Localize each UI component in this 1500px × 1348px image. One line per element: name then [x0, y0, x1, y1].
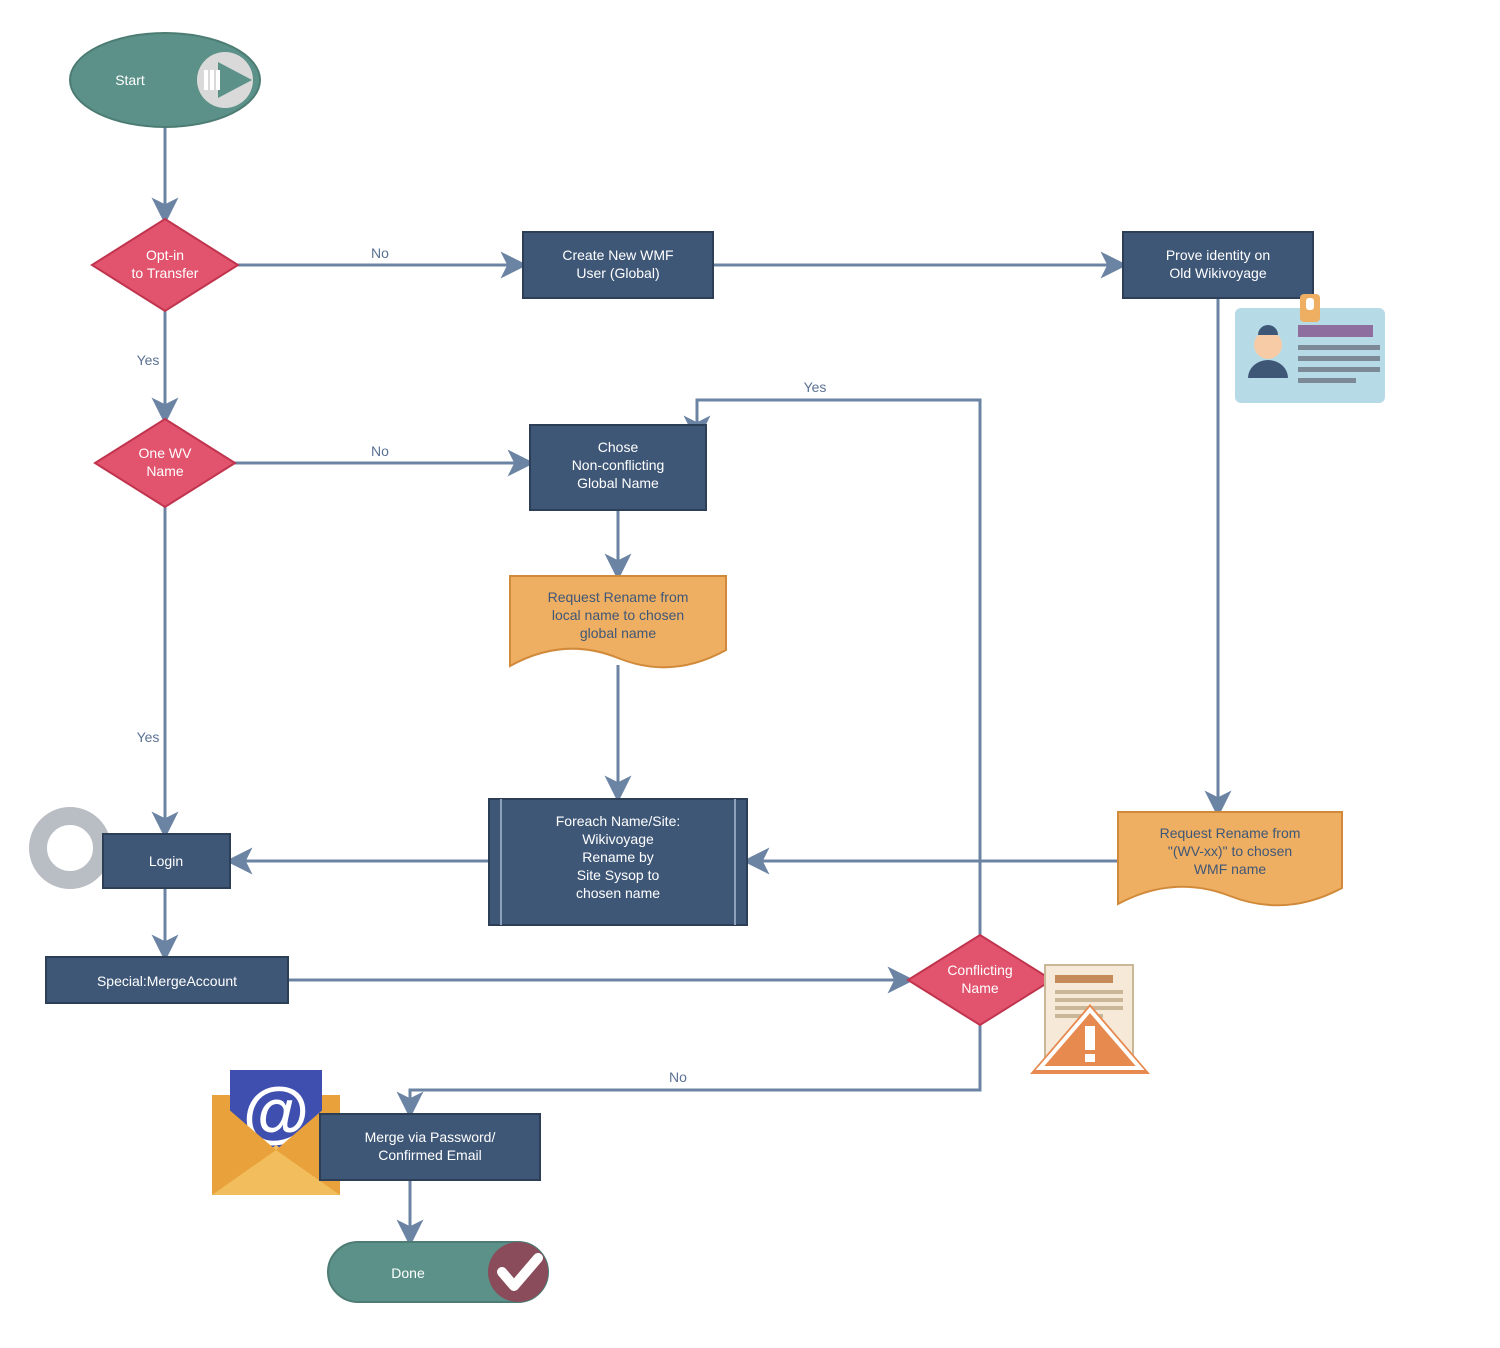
process-login: Login: [103, 834, 230, 888]
process-merge-account: Special:MergeAccount: [46, 957, 288, 1003]
svg-text:to Transfer: to Transfer: [132, 265, 199, 281]
terminal-start: Start: [70, 33, 260, 127]
start-label: Start: [115, 72, 145, 88]
svg-text:chosen name: chosen name: [576, 885, 660, 901]
edge-optin-yes-label: Yes: [137, 352, 160, 368]
svg-text:Old Wikivoyage: Old Wikivoyage: [1169, 265, 1266, 281]
svg-text:Request Rename from: Request Rename from: [1160, 825, 1301, 841]
svg-text:Opt-in: Opt-in: [146, 247, 184, 263]
svg-text:Conflicting: Conflicting: [947, 962, 1012, 978]
edge-onewv-no-label: No: [371, 443, 389, 459]
checkmark-icon: [488, 1242, 548, 1302]
svg-text:global name: global name: [580, 625, 656, 641]
decision-conflicting-name: Conflicting Name: [908, 935, 1052, 1025]
svg-text:Global Name: Global Name: [577, 475, 659, 491]
svg-text:One WV: One WV: [139, 445, 193, 461]
warning-document-icon: [1030, 965, 1150, 1074]
svg-text:Special:MergeAccount: Special:MergeAccount: [97, 973, 237, 989]
terminal-done: Done: [328, 1242, 548, 1302]
svg-text:Wikivoyage: Wikivoyage: [582, 831, 654, 847]
edge-conflict-no: [410, 1024, 980, 1114]
svg-text:Site Sysop to: Site Sysop to: [577, 867, 660, 883]
process-prove-identity: Prove identity on Old Wikivoyage: [1123, 232, 1313, 298]
svg-text:Name: Name: [961, 980, 999, 996]
document-req-local: Request Rename from local name to chosen…: [510, 576, 726, 667]
edge-onewv-yes-label: Yes: [137, 729, 160, 745]
edge-conflict-yes-label: Yes: [804, 379, 827, 395]
document-req-wvxx: Request Rename from "(WV-xx)" to chosen …: [1118, 812, 1342, 905]
edge-conflict-no-label: No: [669, 1069, 687, 1085]
svg-text:local name to chosen: local name to chosen: [552, 607, 684, 623]
svg-text:Request Rename from: Request Rename from: [548, 589, 689, 605]
svg-text:WMF name: WMF name: [1194, 861, 1267, 877]
flowchart-canvas: No Yes No Yes Yes No Start Opt-in to Tra…: [0, 0, 1500, 1348]
svg-text:Create New WMF: Create New WMF: [562, 247, 673, 263]
process-chose-name: Chose Non-conflicting Global Name: [530, 425, 706, 510]
process-merge-email: Merge via Password/ Confirmed Email: [320, 1114, 540, 1180]
svg-text:Chose: Chose: [598, 439, 639, 455]
svg-text:Confirmed Email: Confirmed Email: [378, 1147, 481, 1163]
process-foreach-rename: Foreach Name/Site: Wikivoyage Rename by …: [489, 799, 747, 925]
edge-optin-no-label: No: [371, 245, 389, 261]
svg-text:Login: Login: [149, 853, 183, 869]
svg-text:Prove identity on: Prove identity on: [1166, 247, 1270, 263]
done-label: Done: [391, 1265, 425, 1281]
decision-onewv: One WV Name: [95, 419, 235, 507]
svg-text:Merge via Password/: Merge via Password/: [365, 1129, 496, 1145]
id-card-icon: [1235, 294, 1385, 403]
svg-text:Foreach Name/Site:: Foreach Name/Site:: [556, 813, 681, 829]
svg-text:Rename by: Rename by: [582, 849, 654, 865]
svg-text:Non-conflicting: Non-conflicting: [572, 457, 665, 473]
decision-optin: Opt-in to Transfer: [92, 219, 238, 311]
play-icon: [197, 52, 253, 108]
svg-text:"(WV-xx)" to chosen: "(WV-xx)" to chosen: [1168, 843, 1292, 859]
process-create-wmf: Create New WMF User (Global): [523, 232, 713, 298]
svg-text:User (Global): User (Global): [576, 265, 659, 281]
svg-text:Name: Name: [146, 463, 184, 479]
